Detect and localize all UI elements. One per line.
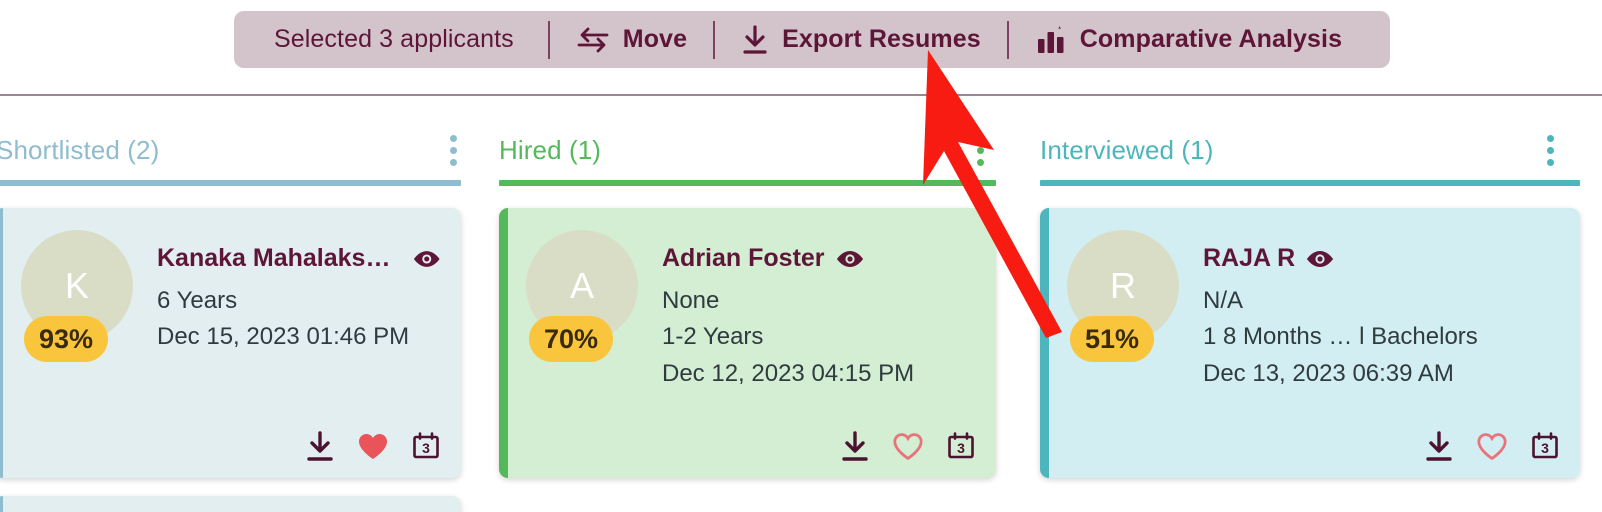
export-resumes-button-label: Export Resumes (782, 25, 981, 53)
card-meta-line: Dec 12, 2023 04:15 PM (662, 359, 915, 387)
column-header-hired: Hired (1) (483, 128, 1018, 172)
card-meta-line: 1-2 Years (662, 323, 764, 351)
card-body: A 70% Adrian Foster None 1-2 Years Dec 1… (508, 208, 996, 392)
name-row: Adrian Foster (662, 244, 976, 273)
calendar-icon[interactable]: 3 (411, 431, 441, 461)
heart-icon[interactable] (357, 432, 389, 461)
card-action-bar: 3 (305, 430, 441, 462)
candidate-name: Adrian Foster (662, 244, 825, 272)
card-list-hired: A 70% Adrian Foster None 1-2 Years Dec 1… (499, 208, 996, 478)
card-meta-line: Dec 13, 2023 06:39 AM (1203, 359, 1454, 387)
board-column-hired: Hired (1) A 70% Adrian Foster None 1-2 Y… (483, 96, 1018, 512)
bar-chart-icon (1037, 25, 1064, 53)
card-meta-line: 1 8 Months … l Bachelors (1203, 323, 1478, 351)
card-info: RAJA R N/A 1 8 Months … l Bachelors Dec … (1203, 230, 1560, 392)
card-info: Adrian Foster None 1-2 Years Dec 12, 202… (662, 230, 976, 392)
column-underline-shortlisted (0, 180, 461, 186)
toolbar-divider-1 (547, 20, 550, 59)
applicant-card[interactable]: R 51% RAJA R N/A 1 8 Months … l Bachelor… (1040, 208, 1580, 478)
kebab-menu-icon[interactable] (446, 131, 461, 170)
kebab-menu-icon[interactable] (1543, 131, 1558, 170)
avatar-wrap: A 70% (526, 230, 642, 392)
comparative-analysis-button[interactable]: Comparative Analysis (1009, 25, 1368, 55)
download-icon[interactable] (305, 430, 335, 462)
column-underline-hired (499, 180, 996, 186)
applicant-tracking-board: Selected 3 applicants Move Export Resume… (0, 0, 1602, 512)
calendar-icon[interactable]: 3 (1530, 431, 1560, 461)
board-column-shortlisted: Shortlisted (2) K 93% Kanaka Mahalaksh… … (0, 96, 483, 512)
eye-icon[interactable] (1305, 249, 1335, 269)
bulk-action-toolbar: Selected 3 applicants Move Export Resume… (234, 11, 1390, 68)
move-arrows-icon (577, 27, 609, 52)
download-icon (743, 24, 767, 54)
candidate-name: RAJA R (1203, 244, 1296, 272)
download-icon[interactable] (1424, 430, 1454, 462)
card-info: Kanaka Mahalaksh… 6 Years Dec 15, 2023 0… (157, 230, 441, 356)
candidate-name: Kanaka Mahalaksh… (157, 244, 402, 272)
board-column-interviewed: Interviewed (1) R 51% RAJA R N/A 1 8 Mon… (1018, 96, 1602, 512)
card-body: R 51% RAJA R N/A 1 8 Months … l Bachelor… (1049, 208, 1580, 392)
card-meta-line: Dec 15, 2023 01:46 PM (157, 323, 410, 351)
toolbar-divider-3 (1006, 20, 1009, 59)
card-meta-line: None (662, 287, 720, 314)
card-meta-line: 6 Years (157, 287, 238, 314)
match-score-badge: 70% (529, 316, 613, 362)
match-score-badge: 93% (24, 316, 108, 362)
kebab-menu-icon[interactable] (973, 131, 988, 170)
column-underline-interviewed (1040, 180, 1580, 186)
column-header-interviewed: Interviewed (1) (1018, 128, 1602, 172)
avatar-wrap: K 93% (21, 230, 137, 362)
name-row: RAJA R (1203, 244, 1560, 273)
kanban-board: Shortlisted (2) K 93% Kanaka Mahalaksh… … (0, 96, 1602, 512)
column-title-interviewed: Interviewed (1) (1040, 134, 1214, 165)
card-action-bar: 3 (840, 430, 976, 462)
name-row: Kanaka Mahalaksh… (157, 244, 441, 273)
toolbar-divider-2 (713, 20, 716, 59)
column-header-shortlisted: Shortlisted (2) (0, 128, 483, 172)
match-score-badge: 51% (1070, 316, 1154, 362)
export-resumes-button[interactable]: Export Resumes (715, 24, 1007, 55)
applicant-card-partial[interactable] (0, 496, 461, 512)
selection-count-label: Selected 3 applicants (274, 25, 514, 53)
heart-icon[interactable] (892, 432, 924, 461)
svg-text:3: 3 (1541, 440, 1549, 456)
applicant-card[interactable]: A 70% Adrian Foster None 1-2 Years Dec 1… (499, 208, 996, 478)
move-button-label: Move (622, 25, 688, 53)
download-icon[interactable] (840, 430, 870, 462)
calendar-icon[interactable]: 3 (946, 431, 976, 461)
column-title-hired: Hired (1) (499, 134, 602, 165)
eye-icon[interactable] (412, 249, 441, 269)
card-body: K 93% Kanaka Mahalaksh… 6 Years Dec 15, … (3, 208, 461, 362)
svg-text:3: 3 (957, 440, 965, 456)
card-action-bar: 3 (1424, 430, 1560, 462)
comparative-analysis-button-label: Comparative Analysis (1079, 25, 1343, 53)
applicant-card[interactable]: K 93% Kanaka Mahalaksh… 6 Years Dec 15, … (0, 208, 461, 478)
heart-icon[interactable] (1476, 432, 1508, 461)
eye-icon[interactable] (835, 249, 865, 269)
move-button[interactable]: Move (550, 25, 713, 54)
column-title-shortlisted: Shortlisted (2) (0, 134, 160, 165)
card-list-shortlisted: K 93% Kanaka Mahalaksh… 6 Years Dec 15, … (0, 208, 461, 512)
bulk-action-toolbar-zone: Selected 3 applicants Move Export Resume… (0, 0, 1602, 96)
card-list-interviewed: R 51% RAJA R N/A 1 8 Months … l Bachelor… (1040, 208, 1580, 478)
svg-text:3: 3 (422, 440, 430, 456)
card-meta-line: N/A (1203, 287, 1244, 314)
avatar-wrap: R 51% (1067, 230, 1183, 392)
